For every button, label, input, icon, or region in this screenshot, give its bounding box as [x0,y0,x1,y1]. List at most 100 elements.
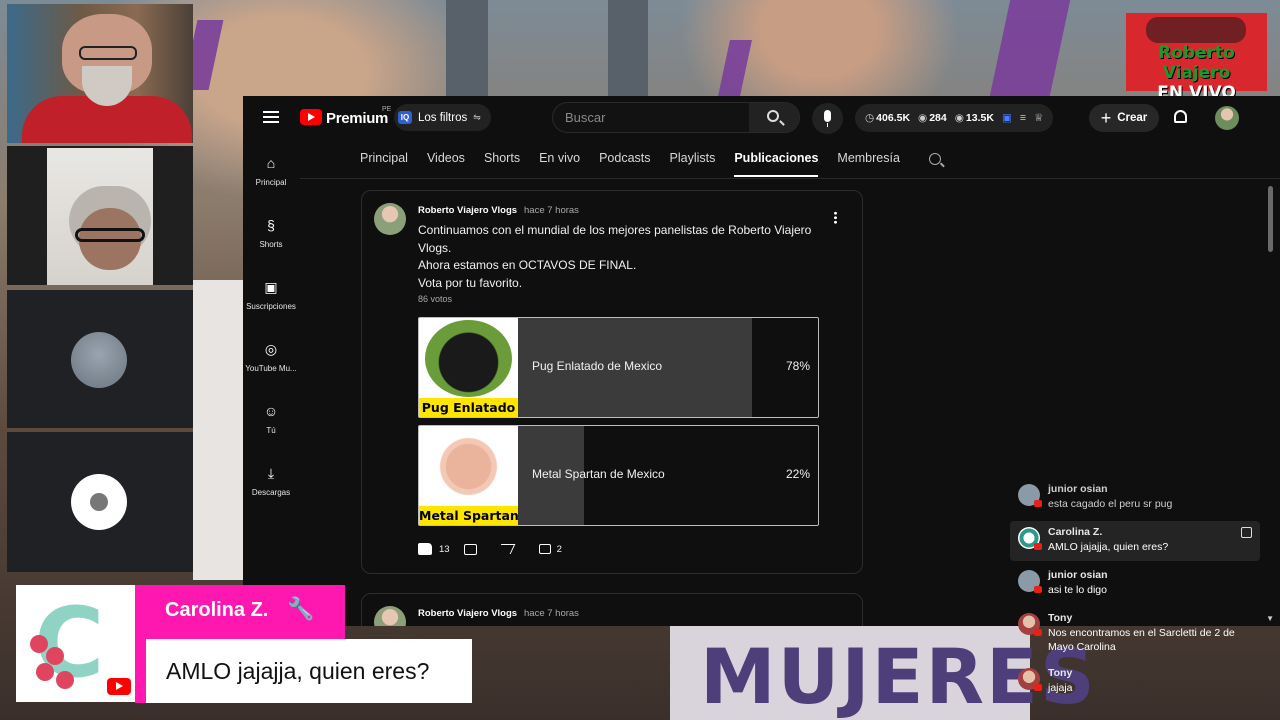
guide-item[interactable]: ⤓ Descargas [243,466,299,524]
guide-item-label: YouTube Mu... [245,364,297,373]
chat-text: Nos encontramos en el Sarcletti de 2 de … [1048,627,1235,653]
tab-en-vivo[interactable]: En vivo [539,151,580,177]
comment-icon[interactable] [538,544,551,554]
guide-item-label: Tú [266,426,276,435]
notifications-bell-icon[interactable] [1174,110,1187,123]
guide-item[interactable]: § Shorts [243,218,299,276]
sliders-icon: ⇋ [473,112,481,122]
pug-thumbnail: Pug Enlatado [419,318,518,417]
masthead: Premium PE IQ Los filtros ⇋ ◷406.5K ◉284… [243,96,1280,140]
channel-avatar[interactable] [374,606,406,626]
chat-author: junior osian [1048,569,1108,581]
plus-icon: + [1100,107,1112,128]
lower-third-name: Carolina Z. 🔧 [135,585,345,639]
commenter-name: Carolina Z. [165,599,269,621]
channel-logo: Roberto Viajero EN VIVO [1126,13,1267,103]
post-line: Vota por tu favorito. [418,275,523,290]
live-chat-overlay: junior osian esta cagado el peru sr pug Ca… [1010,478,1260,705]
channel-tabs: Principal Videos Shorts En vivo Podcasts Play… [360,151,900,177]
post-time[interactable]: hace 7 horas [524,205,579,216]
stat-views: 284 [929,112,947,124]
chat-text: esta cagado el peru sr pug [1048,498,1173,510]
download-icon: ⤓ [267,465,275,481]
chat-author: junior osian [1048,483,1108,495]
voice-search-icon[interactable] [812,103,843,134]
chat-author: Tony [1048,667,1073,679]
trophy-icon[interactable]: ♕ [1034,112,1043,124]
logo-line-1: Roberto Viajero [1158,43,1235,83]
you-icon: ☺ [263,403,279,419]
guide-item-label: Descargas [251,488,291,497]
chat-message: Tony Nos encontramos en el Sarcletti de 2… [1010,607,1260,659]
chat-message: Carolina Z. AMLO jajajja, quien eres? [1010,521,1260,561]
more-options-icon[interactable] [834,211,837,224]
channel-search-icon[interactable] [929,153,941,165]
post-line: Continuamos con el mundial de los mejore… [418,223,812,255]
create-button[interactable]: + Crear [1089,104,1159,132]
poll-option-percent: 22% [785,467,810,481]
spartan-thumbnail: Metal Spartan [419,426,518,525]
views-icon: ◉ [918,112,928,124]
youtube-logo-icon[interactable] [300,109,322,125]
like-icon[interactable] [418,543,432,555]
tabs-divider [300,178,1280,179]
poll-option[interactable]: Metal Spartan Metal Spartan de Mexico 22… [418,425,819,526]
tab-principal[interactable]: Principal [360,151,408,177]
commenter-message: AMLO jajajja, quien eres? [166,658,430,684]
iq-extension-icon[interactable]: ▣ [1002,112,1012,124]
chat-avatar [1018,570,1042,593]
profile-avatar[interactable] [1215,106,1239,130]
community-post: Roberto Viajero Vlogs hace 7 horas [361,593,863,626]
vote-count: 86 votos [418,294,453,304]
lower-third-accent [135,639,146,703]
youtube-premium-label[interactable]: Premium [326,110,388,127]
subscribers-icon: ◷ [865,112,875,124]
poll-option[interactable]: Pug Enlatado Pug Enlatado de Mexico 78% [418,317,819,418]
guide-item[interactable]: ☺ Tú [243,404,299,462]
tab-publicaciones[interactable]: Publicaciones [734,151,819,177]
stat-watching: 13.5K [965,112,994,124]
tab-playlists[interactable]: Playlists [670,151,716,177]
pin-message-icon[interactable] [1241,527,1252,538]
search-input[interactable] [565,110,745,125]
guide-item[interactable]: ▣ Suscripciones [243,280,299,338]
default-user-icon [71,474,127,530]
search-box[interactable] [552,102,800,133]
filters-label: Los filtros [418,111,468,124]
tab-videos[interactable]: Videos [427,151,465,177]
post-channel-name[interactable]: Roberto Viajero Vlogs [418,608,517,619]
tab-podcasts[interactable]: Podcasts [599,151,650,177]
search-icon [767,110,779,122]
post-time[interactable]: hace 7 horas [524,608,579,619]
comment-count: 2 [556,543,562,555]
region-code: PE [382,106,392,113]
commenter-avatar: C [16,585,135,702]
guide-item-label: Principal [255,178,287,187]
home-icon: ⌂ [266,155,276,171]
dislike-icon[interactable] [463,543,477,555]
share-icon[interactable] [496,544,515,554]
chat-text: AMLO jajajja, quien eres? [1048,541,1169,553]
webcam-host [7,4,193,143]
filters-button[interactable]: IQ Los filtros ⇋ [394,104,491,131]
scrollbar[interactable] [1268,186,1273,252]
tab-membresía[interactable]: Membresía [837,151,900,177]
watching-icon: ◉ [954,112,964,124]
tab-shorts[interactable]: Shorts [484,151,520,177]
iq-badge-icon: IQ [398,111,412,124]
chat-text: asi te lo digo [1048,584,1107,596]
list-icon[interactable]: ≡ [1020,112,1026,124]
scroll-down-icon[interactable]: ▼ [1266,614,1274,623]
guide-item[interactable]: ⌂ Principal [243,156,299,214]
create-label: Crear [1117,112,1148,124]
search-button[interactable] [749,103,799,132]
post-line: Ahora estamos en OCTAVOS DE FINAL. [418,258,637,272]
menu-icon[interactable] [263,111,279,123]
channel-avatar[interactable] [374,203,406,235]
shorts-icon: § [267,217,275,233]
stat-subscribers: 406.5K [876,112,911,124]
guide-item[interactable]: ◎ YouTube Mu... [243,342,299,400]
youtube-logo-icon [107,678,131,695]
guide-item-label: Shorts [259,240,283,249]
post-channel-name[interactable]: Roberto Viajero Vlogs [418,205,517,216]
